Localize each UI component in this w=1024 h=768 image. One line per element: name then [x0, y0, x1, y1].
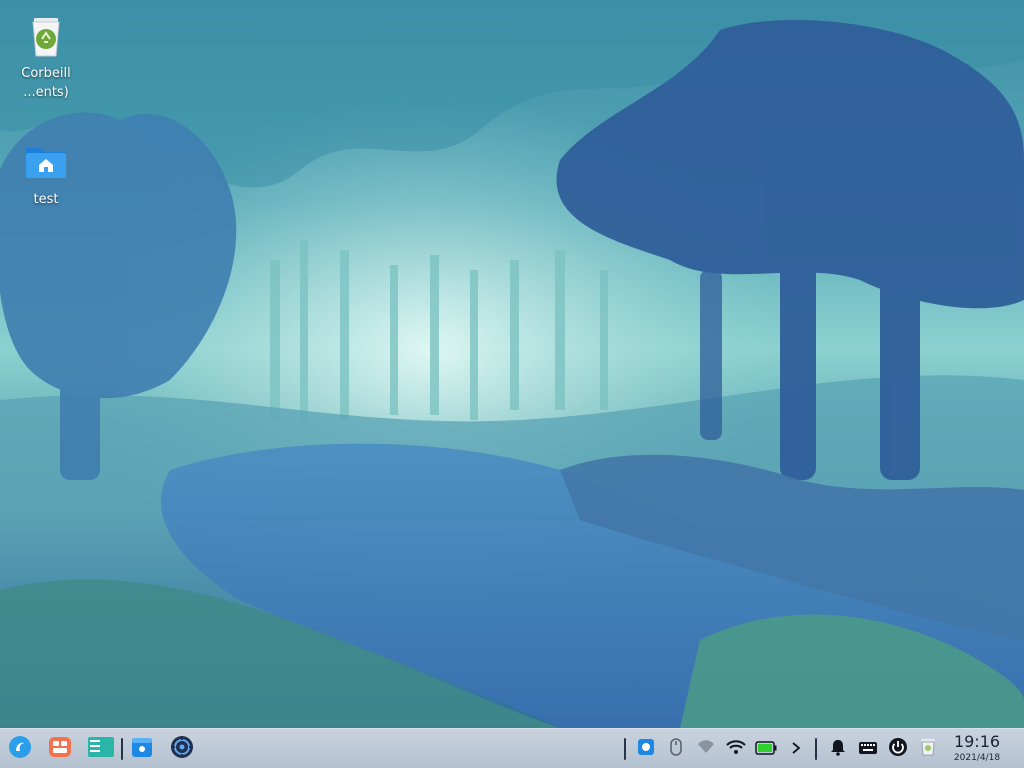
trash-icon [23, 14, 69, 60]
tray-app-icon [637, 738, 655, 760]
launcher-icon [8, 735, 32, 763]
app-store-icon [130, 735, 154, 763]
tray-app-button[interactable] [634, 737, 658, 761]
app-store-button[interactable] [128, 735, 156, 763]
mouse-button[interactable] [664, 737, 688, 761]
mouse-icon [668, 738, 684, 760]
keyboard-button[interactable] [856, 737, 880, 761]
power-button[interactable] [886, 737, 910, 761]
launcher-button[interactable] [6, 735, 34, 763]
home-folder-icon [23, 140, 69, 186]
network-button[interactable] [694, 737, 718, 761]
taskbar-separator [121, 738, 123, 760]
notification-bell-icon [829, 738, 847, 760]
forest-lake-illustration [0, 0, 1024, 728]
battery-button[interactable] [754, 737, 778, 761]
wifi-button[interactable] [724, 737, 748, 761]
desktop-test-folder[interactable]: test [0, 140, 92, 209]
tray-separator [815, 738, 817, 760]
desktop-trash-shortcut[interactable]: Corbeill ...ents) [0, 14, 92, 102]
battery-icon [755, 740, 777, 759]
desktop-workspace-button[interactable] [86, 735, 116, 763]
clock-time: 19:16 [953, 732, 1001, 751]
desktop-icon-label: test [33, 192, 59, 207]
multitasking-view-icon [48, 735, 72, 763]
chevron-right-icon [791, 740, 801, 759]
power-icon [888, 737, 908, 761]
multitasking-view-button[interactable] [46, 735, 74, 763]
clock[interactable]: 19:16 2021/4/18 [950, 732, 1004, 764]
wifi-icon [726, 739, 746, 759]
taskbar: 19:16 2021/4/18 [0, 728, 1024, 768]
control-center-button[interactable] [168, 735, 196, 763]
desktop-icon-label: Corbeill ...ents) [21, 66, 71, 100]
clock-date: 2021/4/18 [953, 753, 1001, 763]
control-center-icon [170, 735, 194, 763]
trash-icon [919, 737, 937, 761]
notification-button[interactable] [826, 737, 850, 761]
trash-button[interactable] [916, 737, 940, 761]
desktop-workspace-icon [87, 735, 115, 763]
desktop-wallpaper [0, 0, 1024, 728]
network-icon [697, 739, 715, 759]
keyboard-icon [858, 740, 878, 759]
tray-expand-button[interactable] [784, 737, 808, 761]
tray-separator [624, 738, 626, 760]
